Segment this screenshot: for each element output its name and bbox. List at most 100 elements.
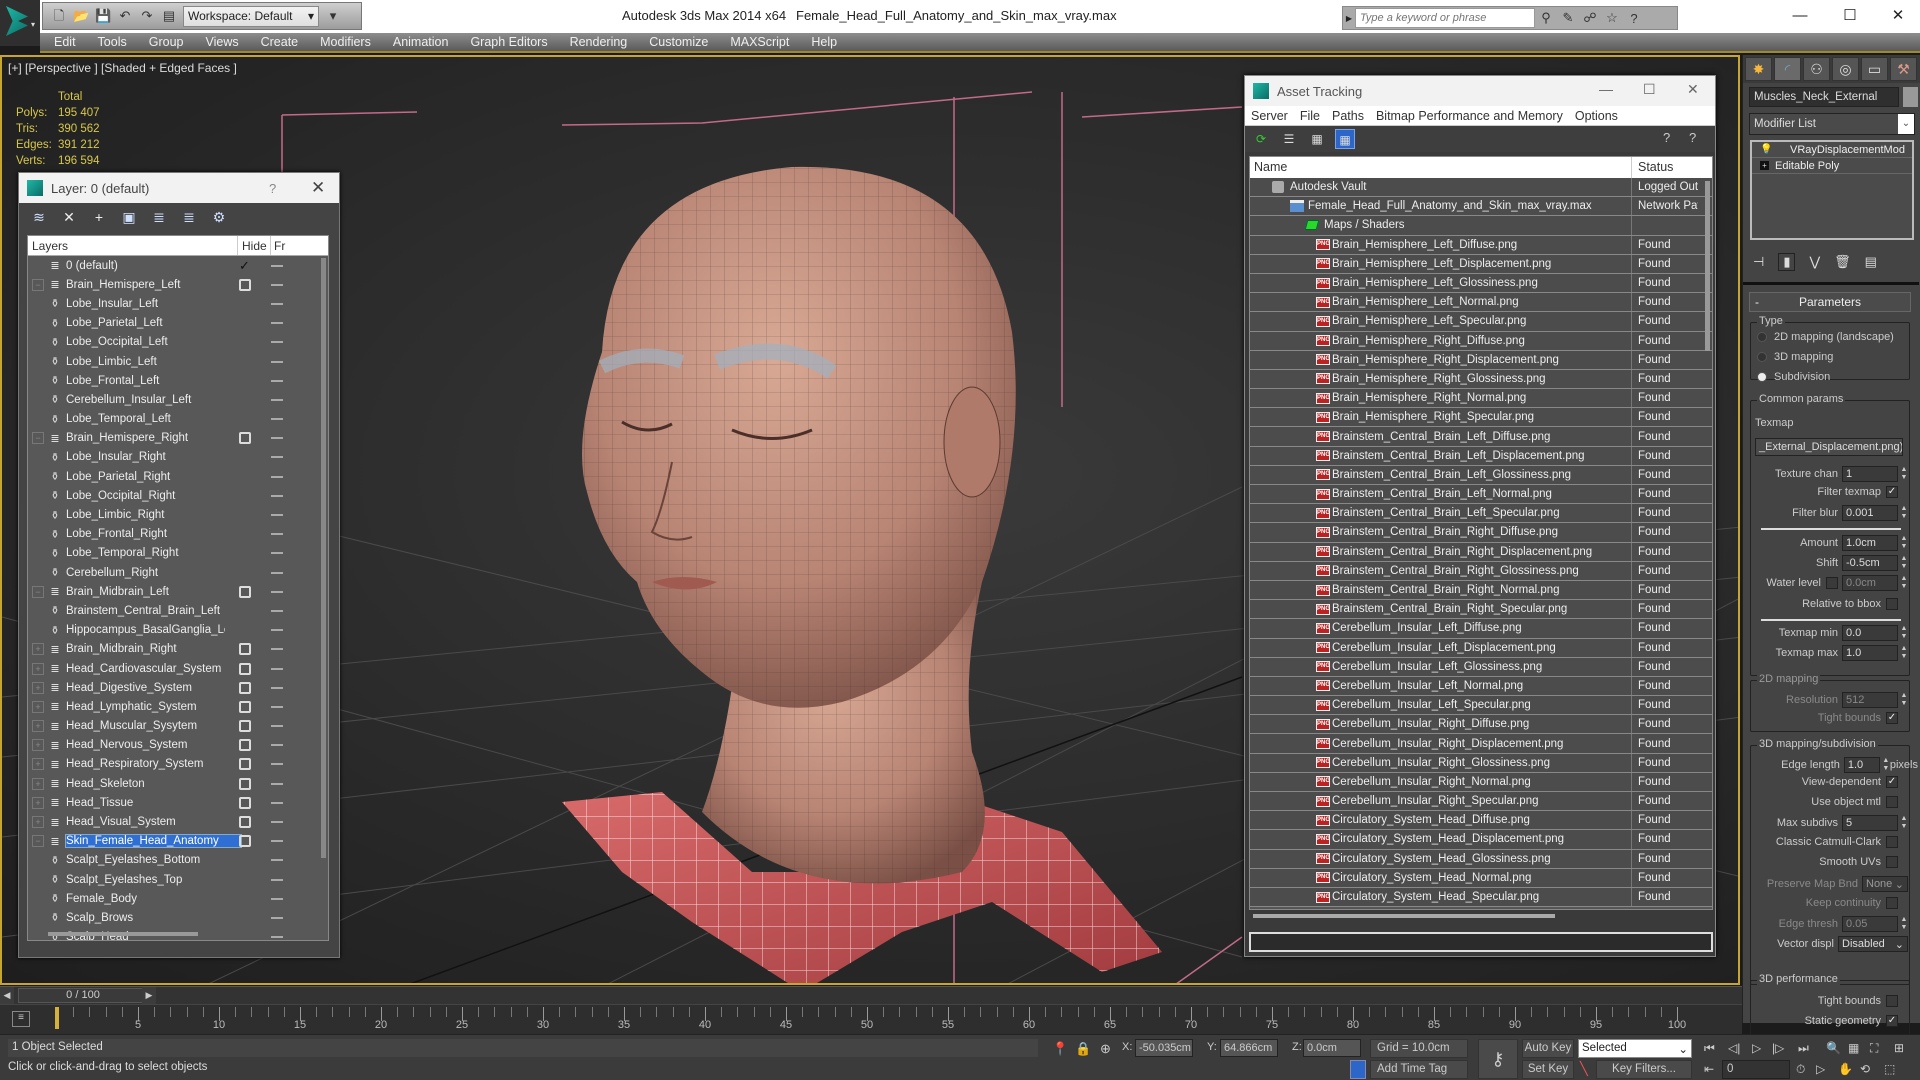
expand-icon[interactable]: + [32, 796, 44, 809]
hide-toggle[interactable] [271, 936, 283, 939]
object-row[interactable]: ⚱ Scalpt_Eyelashes_Bottom [28, 851, 328, 870]
object-row[interactable]: ⚱ Cerebellum_Insular_Left [28, 390, 328, 409]
previous-key-icon[interactable]: ◁| [1728, 1041, 1740, 1055]
filter-blur-spinner[interactable]: 0.001 [1842, 505, 1898, 521]
tight-bounds-3d-checkbox[interactable] [1886, 995, 1898, 1007]
row-label[interactable]: Brain_Midbrain_Right [66, 643, 241, 655]
column-hide[interactable]: Hide [238, 236, 271, 255]
shift-spinner[interactable]: -0.5cm [1842, 555, 1898, 571]
row-label[interactable]: Lobe_Limbic_Left [66, 356, 225, 368]
time-tag-icon[interactable] [1350, 1060, 1366, 1079]
stack-item-vray-displacement[interactable]: 💡 VRayDisplacementMod [1752, 142, 1912, 158]
menu-rendering[interactable]: Rendering [570, 35, 628, 49]
layer-row[interactable]: − ≣ Brain_Midbrain_Left [28, 582, 328, 601]
key-mode-icon[interactable]: ⇤ [1704, 1062, 1714, 1076]
set-current-layer-box[interactable] [239, 796, 251, 809]
asset-row[interactable]: PNG Cerebellum_Insular_Left_Specular.png F… [1250, 696, 1712, 716]
row-label[interactable]: Head_Lymphatic_System [66, 701, 241, 713]
asset-row[interactable]: PNG Brainstem_Central_Brain_Right_Normal.… [1250, 580, 1712, 601]
expand-icon[interactable]: + [32, 720, 44, 733]
set-current-layer-box[interactable] [239, 585, 251, 598]
layer-row[interactable]: + ≣ Head_Tissue [28, 793, 328, 812]
layer-row[interactable]: + ≣ Head_Nervous_System [28, 736, 328, 755]
row-label[interactable]: Female_Body [66, 893, 225, 905]
modifier-list-dropdown[interactable]: Modifier List ⌄ [1749, 113, 1915, 135]
hide-toggle[interactable] [271, 878, 283, 881]
menu-server[interactable]: Server [1251, 109, 1288, 123]
set-current-layer-box[interactable] [239, 835, 251, 848]
row-label[interactable]: Head_Respiratory_System [66, 758, 241, 770]
asset-row[interactable]: PNG Brain_Hemisphere_Right_Diffuse.png Fou… [1250, 331, 1712, 351]
help-icon[interactable]: ? [1623, 11, 1645, 26]
collapse-icon[interactable]: − [32, 278, 44, 291]
mini-curve-editor-icon[interactable]: ≡ [12, 1011, 30, 1027]
hierarchy-tab-icon[interactable]: ⚇ [1803, 57, 1830, 81]
motion-tab-icon[interactable]: ◎ [1832, 57, 1859, 81]
open-file-icon[interactable]: 📂 [73, 8, 89, 24]
set-current-layer-box[interactable] [239, 758, 251, 771]
radio-button[interactable] [1757, 352, 1767, 362]
zoom-all-icon[interactable]: ▦ [1848, 1041, 1859, 1055]
hide-toggle[interactable] [271, 533, 283, 536]
show-end-result-icon[interactable]: ▮ [1778, 253, 1796, 271]
asset-row[interactable]: Autodesk Vault Logged Out [1250, 178, 1712, 198]
asset-row[interactable]: PNG Circulatory_System_Head_Diffuse.png Fo… [1250, 811, 1712, 831]
layer-row[interactable]: + ≣ Head_Digestive_System [28, 678, 328, 697]
object-row[interactable]: ⚱ Lobe_Insular_Left [28, 294, 328, 313]
water-level-checkbox[interactable] [1826, 577, 1838, 589]
expand-plus-icon[interactable]: + [1760, 161, 1769, 170]
x-coordinate-field[interactable]: -50.035cm [1135, 1039, 1193, 1057]
row-label[interactable]: Brain_Hemispere_Left [66, 279, 241, 291]
hide-toggle[interactable] [271, 840, 283, 843]
refresh-icon[interactable]: ⟳ [1251, 129, 1271, 149]
asset-row[interactable]: PNG Brainstem_Central_Brain_Right_Diffuse… [1250, 523, 1712, 543]
set-current-layer-box[interactable] [239, 681, 251, 694]
hide-toggle[interactable] [271, 475, 283, 478]
layer-row[interactable]: − ≣ Brain_Hemispere_Right [28, 429, 328, 448]
key-mode-toggle-icon[interactable]: ╲ [1580, 1061, 1588, 1077]
asset-row[interactable]: PNG Cerebellum_Insular_Left_Normal.png Fou… [1250, 676, 1712, 697]
spinner-arrows-icon[interactable]: ▲ ▼ [1900, 645, 1908, 661]
zoom-icon[interactable]: 🔍 [1826, 1041, 1841, 1055]
static-geometry-checkbox[interactable]: ✓ [1886, 1015, 1898, 1027]
previous-frame-icon[interactable]: ◀ [0, 987, 14, 1004]
context-help-icon[interactable]: ? [1689, 130, 1696, 145]
hide-toggle[interactable] [271, 686, 283, 689]
spinner-arrows-icon[interactable]: ▲ ▼ [1900, 535, 1908, 551]
resolution-spinner[interactable]: 512 [1842, 692, 1898, 708]
close-button[interactable]: ✕ [1687, 81, 1699, 98]
layer-row[interactable]: + ≣ Head_Muscular_Sysytem [28, 717, 328, 736]
expand-icon[interactable]: + [32, 643, 44, 656]
spinner-arrows-icon[interactable]: ▲ ▼ [1900, 692, 1908, 708]
menu-options[interactable]: Options [1575, 109, 1618, 123]
table-view-icon[interactable]: ▦ [1335, 129, 1355, 149]
asset-row[interactable]: PNG Brain_Hemisphere_Right_Specular.png Fo… [1250, 408, 1712, 428]
set-current-layer-box[interactable] [239, 432, 251, 445]
asset-row[interactable]: PNG Brain_Hemisphere_Left_Glossiness.png F… [1250, 273, 1712, 294]
expand-icon[interactable]: + [32, 681, 44, 694]
row-label[interactable]: Hippocampus_BasalGanglia_Left [66, 624, 225, 636]
parameters-rollout-header[interactable]: - Parameters [1749, 292, 1911, 312]
maximize-viewport-icon[interactable]: ⬚ [1884, 1062, 1895, 1076]
object-row[interactable]: ⚱ Lobe_Parietal_Right [28, 467, 328, 486]
row-label[interactable]: Lobe_Temporal_Right [66, 547, 225, 559]
menu-file[interactable]: File [1300, 109, 1320, 123]
application-menu-button[interactable]: ▾ [0, 0, 40, 46]
horizontal-scrollbar[interactable] [48, 932, 198, 936]
spinner-arrows-icon[interactable]: ▲ ▼ [1900, 466, 1908, 482]
object-row[interactable]: ⚱ Lobe_Temporal_Left [28, 410, 328, 429]
expand-arrow-icon[interactable]: ▶ [1343, 14, 1355, 23]
asset-row[interactable]: PNG Brainstem_Central_Brain_Right_Glossin… [1250, 561, 1712, 581]
texmap-min-spinner[interactable]: 0.0 [1842, 625, 1898, 641]
layer-row[interactable]: + ≣ Head_Respiratory_System [28, 755, 328, 774]
hide-toggle[interactable] [271, 609, 283, 612]
asset-row[interactable]: PNG Brainstem_Central_Brain_Right_Specula… [1250, 600, 1712, 620]
asset-row[interactable]: PNG Brain_Hemisphere_Left_Specular.png Fou… [1250, 312, 1712, 332]
set-current-layer-box[interactable] [239, 739, 251, 752]
select-layer-icon[interactable]: ≣ [151, 209, 167, 225]
asset-row[interactable]: PNG Brain_Hemisphere_Left_Diffuse.png Foun… [1250, 235, 1712, 255]
row-label[interactable]: Lobe_Insular_Left [66, 298, 225, 310]
hide-toggle[interactable] [271, 418, 283, 421]
row-label[interactable]: Lobe_Occipital_Right [66, 490, 225, 502]
asset-row[interactable]: Female_Head_Full_Anatomy_and_Skin_max_vr… [1250, 197, 1712, 217]
